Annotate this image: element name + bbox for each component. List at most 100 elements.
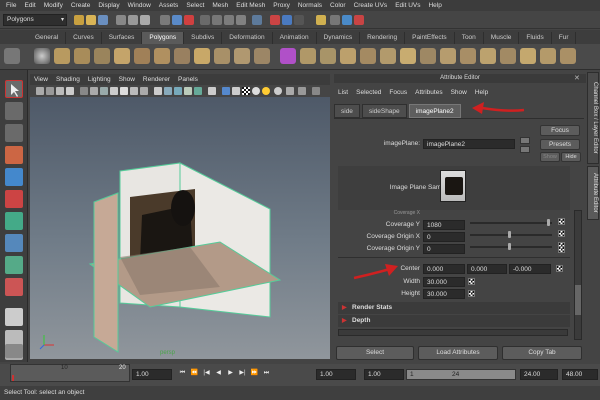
history-icon[interactable] xyxy=(252,15,262,25)
cleanup-icon[interactable] xyxy=(560,48,576,64)
smooth-shade-icon[interactable] xyxy=(164,87,172,95)
bevel-icon[interactable] xyxy=(440,48,456,64)
open-scene-icon[interactable] xyxy=(86,15,96,25)
play-backwards-icon[interactable]: ◀ xyxy=(214,369,223,378)
copy-tab-button[interactable]: Copy Tab xyxy=(502,346,582,360)
ae-tab-imageplane2[interactable]: imagePlane2 xyxy=(408,104,461,118)
menu-help[interactable]: Help xyxy=(424,2,445,9)
select-output-icon[interactable] xyxy=(520,146,530,153)
ae-menu-help[interactable]: Help xyxy=(471,89,492,96)
grid-icon[interactable] xyxy=(80,87,88,95)
current-time-field[interactable]: 1.00 xyxy=(132,369,172,380)
poly-torus-icon[interactable] xyxy=(134,48,150,64)
rotate-tool-icon[interactable] xyxy=(5,168,23,186)
menu-color[interactable]: Color xyxy=(326,2,350,9)
ae-menu-show[interactable]: Show xyxy=(447,89,471,96)
filter-icon[interactable] xyxy=(172,15,182,25)
xray-icon[interactable] xyxy=(194,87,202,95)
antialias-icon[interactable] xyxy=(312,87,320,95)
merge-icon[interactable] xyxy=(460,48,476,64)
viewport-menu-lighting[interactable]: Lighting xyxy=(84,76,115,83)
input-line-icon[interactable] xyxy=(316,15,326,25)
mask-icon[interactable] xyxy=(160,15,170,25)
select-component-icon[interactable] xyxy=(140,15,150,25)
triangulate-icon[interactable] xyxy=(520,48,536,64)
select-button[interactable]: Select xyxy=(336,346,414,360)
hq-render-icon[interactable] xyxy=(274,87,282,95)
shelf-tab-dynamics[interactable]: Dynamics xyxy=(317,32,361,44)
isolate-select-icon[interactable] xyxy=(208,87,216,95)
current-time-marker[interactable] xyxy=(12,375,14,381)
poly-helix-icon[interactable] xyxy=(174,48,190,64)
render-stats-section[interactable]: ▶ Render Stats xyxy=(338,302,570,314)
default-material-icon[interactable] xyxy=(174,87,182,95)
range-start-field[interactable]: 1.00 xyxy=(316,369,356,380)
channel-box-tab[interactable]: Channel Box / Layer Editor xyxy=(587,72,599,164)
coverage-y-map-icon[interactable] xyxy=(558,230,565,237)
menu-create[interactable]: Create xyxy=(67,2,95,9)
viewport-menu-show[interactable]: Show xyxy=(115,76,139,83)
poly-cone-icon[interactable] xyxy=(94,48,110,64)
motion-blur-icon[interactable] xyxy=(286,87,294,95)
mirror-icon[interactable] xyxy=(280,48,296,64)
load-attributes-button[interactable]: Load Attributes xyxy=(418,346,498,360)
shelf-tab-subdivs[interactable]: Subdivs xyxy=(184,32,223,44)
smooth-icon[interactable] xyxy=(254,48,270,64)
coverage-x-map-icon[interactable] xyxy=(558,218,565,225)
show-button[interactable]: Show xyxy=(540,152,560,162)
presets-button[interactable]: Presets xyxy=(540,139,580,150)
lasso-tool-icon[interactable] xyxy=(5,102,23,120)
poly-cylinder-icon[interactable] xyxy=(74,48,90,64)
separate-icon[interactable] xyxy=(234,48,250,64)
menu-create-uvs[interactable]: Create UVs xyxy=(350,2,392,9)
new-scene-icon[interactable] xyxy=(74,15,84,25)
shelf-tab-fur[interactable]: Fur xyxy=(552,32,577,44)
viewport-menu-panels[interactable]: Panels xyxy=(174,76,202,83)
move-tool-icon[interactable] xyxy=(5,146,23,164)
depth-section[interactable]: ▶ Depth xyxy=(338,315,570,327)
ae-tab-sideshape[interactable]: sideShape xyxy=(361,104,407,118)
shelf-tab-deformation[interactable]: Deformation xyxy=(222,32,273,44)
shelf-tab-polygons[interactable]: Polygons xyxy=(142,32,185,44)
mode-selector[interactable]: Polygons ▾ xyxy=(3,14,67,26)
save-scene-icon[interactable] xyxy=(98,15,108,25)
ae-menu-focus[interactable]: Focus xyxy=(385,89,411,96)
offset-loop-icon[interactable] xyxy=(400,48,416,64)
playback-end-field[interactable]: 24.00 xyxy=(520,369,558,380)
shelf-tab-rendering[interactable]: Rendering xyxy=(360,32,406,44)
shelf-tab-surfaces[interactable]: Surfaces xyxy=(102,32,143,44)
scrollbar-thumb[interactable] xyxy=(575,285,581,315)
extrude-icon[interactable] xyxy=(300,48,316,64)
menu-mesh[interactable]: Mesh xyxy=(208,2,232,9)
split-icon[interactable] xyxy=(360,48,376,64)
ipr-render-icon[interactable] xyxy=(282,15,292,25)
universal-manip-icon[interactable] xyxy=(5,212,23,230)
coverage-x-slider[interactable] xyxy=(470,222,552,224)
perspective-viewport[interactable] xyxy=(30,97,330,359)
vertical-scrollbar[interactable] xyxy=(574,210,582,340)
coverage-origin-x-knob[interactable] xyxy=(508,243,511,250)
coverage-origin-y-map-icon[interactable] xyxy=(558,246,565,253)
scale-tool-icon[interactable] xyxy=(5,190,23,208)
menu-window[interactable]: Window xyxy=(124,2,155,9)
checker-icon[interactable] xyxy=(242,87,250,95)
bridge-icon[interactable] xyxy=(320,48,336,64)
menu-assets[interactable]: Assets xyxy=(155,2,183,9)
menu-edit[interactable]: Edit xyxy=(20,2,39,9)
menu-edit-mesh[interactable]: Edit Mesh xyxy=(232,2,269,9)
step-forward-frame-icon[interactable]: ▶| xyxy=(238,369,247,378)
coverage-x-knob[interactable] xyxy=(547,219,550,226)
select-hierarchy-icon[interactable] xyxy=(116,15,126,25)
ae-tab-side[interactable]: side xyxy=(334,104,360,118)
snap-curve-icon[interactable] xyxy=(212,15,222,25)
play-forwards-icon[interactable]: ▶ xyxy=(226,369,235,378)
last-tool-icon[interactable] xyxy=(5,278,23,296)
snap-view-icon[interactable] xyxy=(236,15,246,25)
render-settings-icon[interactable] xyxy=(294,15,304,25)
playback-start-field[interactable]: 1.00 xyxy=(364,369,404,380)
snap-grid-icon[interactable] xyxy=(200,15,210,25)
ae-menu-list[interactable]: List xyxy=(334,89,352,96)
texture-icon[interactable] xyxy=(222,87,230,95)
go-to-end-icon[interactable]: ⏭ xyxy=(262,369,271,378)
shadows-icon[interactable] xyxy=(252,87,260,95)
